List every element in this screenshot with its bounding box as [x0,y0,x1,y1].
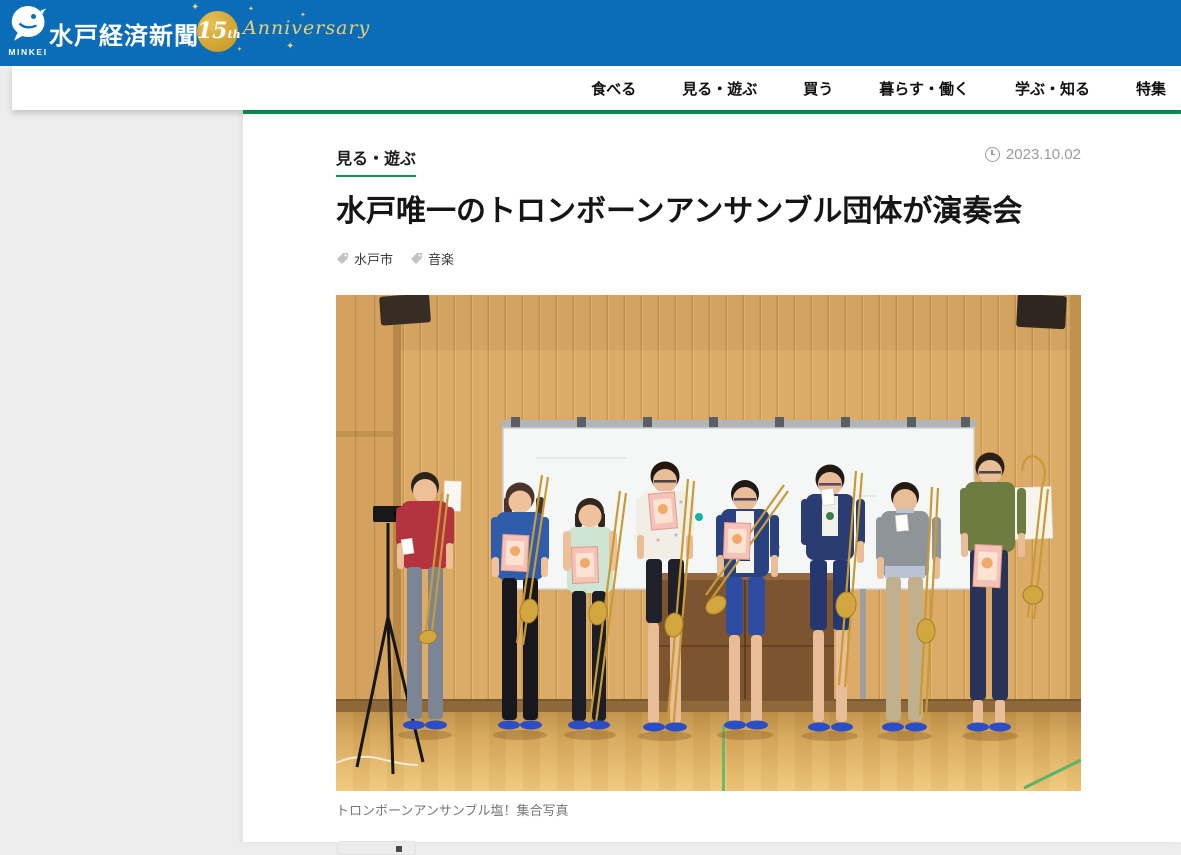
nav-item-learn-know[interactable]: 学ぶ・知る [992,78,1113,99]
tag-link-music[interactable]: 音楽 [410,249,454,268]
tag-link-mito[interactable]: 水戸市 [336,249,393,268]
minkei-logo[interactable]: MINKEI [5,4,51,57]
photo-caption: トロンボーンアンサンブル塩！集合写真 [336,800,1181,819]
sparkle-icon: ✦ [286,42,294,52]
sparkle-icon: ✦ [300,12,306,19]
sparkle-icon: ✦ [191,3,199,13]
speaker-left [379,295,431,326]
tag-icon [336,252,349,265]
photo-illustration [336,295,1081,791]
site-title[interactable]: 水戸経済新聞 [49,16,199,51]
anniversary-badge: 15th [197,11,238,52]
article-title: 水戸唯一のトロンボーンアンサンブル団体が演奏会 [336,195,1116,229]
nav-item-eat[interactable]: 食べる [568,78,659,99]
gym-floor [336,699,1081,791]
tag-icon [410,252,423,265]
bird-pin-icon [10,4,47,42]
article-panel: 見る・遊ぶ 2023.10.02 水戸唯一のトロンボーンアンサンブル団体が演奏会… [243,110,1181,842]
main-nav: 食べる 見る・遊ぶ 買う 暮らす・働く 学ぶ・知る 特集 [12,66,1181,110]
page: { "brand": { "minkei_label": "MINKEI", "… [0,0,1181,842]
clock-icon [985,147,1000,162]
site-header: MINKEI 水戸経済新聞 15th Anniversary ✦ ✦ ✦ ✦ ✦ [0,0,1181,66]
article-photo[interactable] [336,295,1081,791]
nav-item-see-play[interactable]: 見る・遊ぶ [659,78,780,99]
article-tags: 水戸市 音楽 [336,249,1181,268]
nav-item-buy[interactable]: 買う [780,78,856,99]
sparkle-icon: ✦ [237,47,242,53]
share-button-partial[interactable] [337,841,416,855]
article-category-link[interactable]: 見る・遊ぶ [336,145,416,177]
minkei-wordmark: MINKEI [5,47,51,57]
nav-item-special[interactable]: 特集 [1113,78,1181,99]
article-date: 2023.10.02 [985,146,1081,163]
anniversary-script: Anniversary [243,17,370,39]
category-date-row: 見る・遊ぶ 2023.10.02 [336,145,1081,177]
sparkle-icon: ✦ [248,6,254,13]
speaker-right [1016,295,1067,329]
nav-item-live-work[interactable]: 暮らす・働く [856,78,992,99]
